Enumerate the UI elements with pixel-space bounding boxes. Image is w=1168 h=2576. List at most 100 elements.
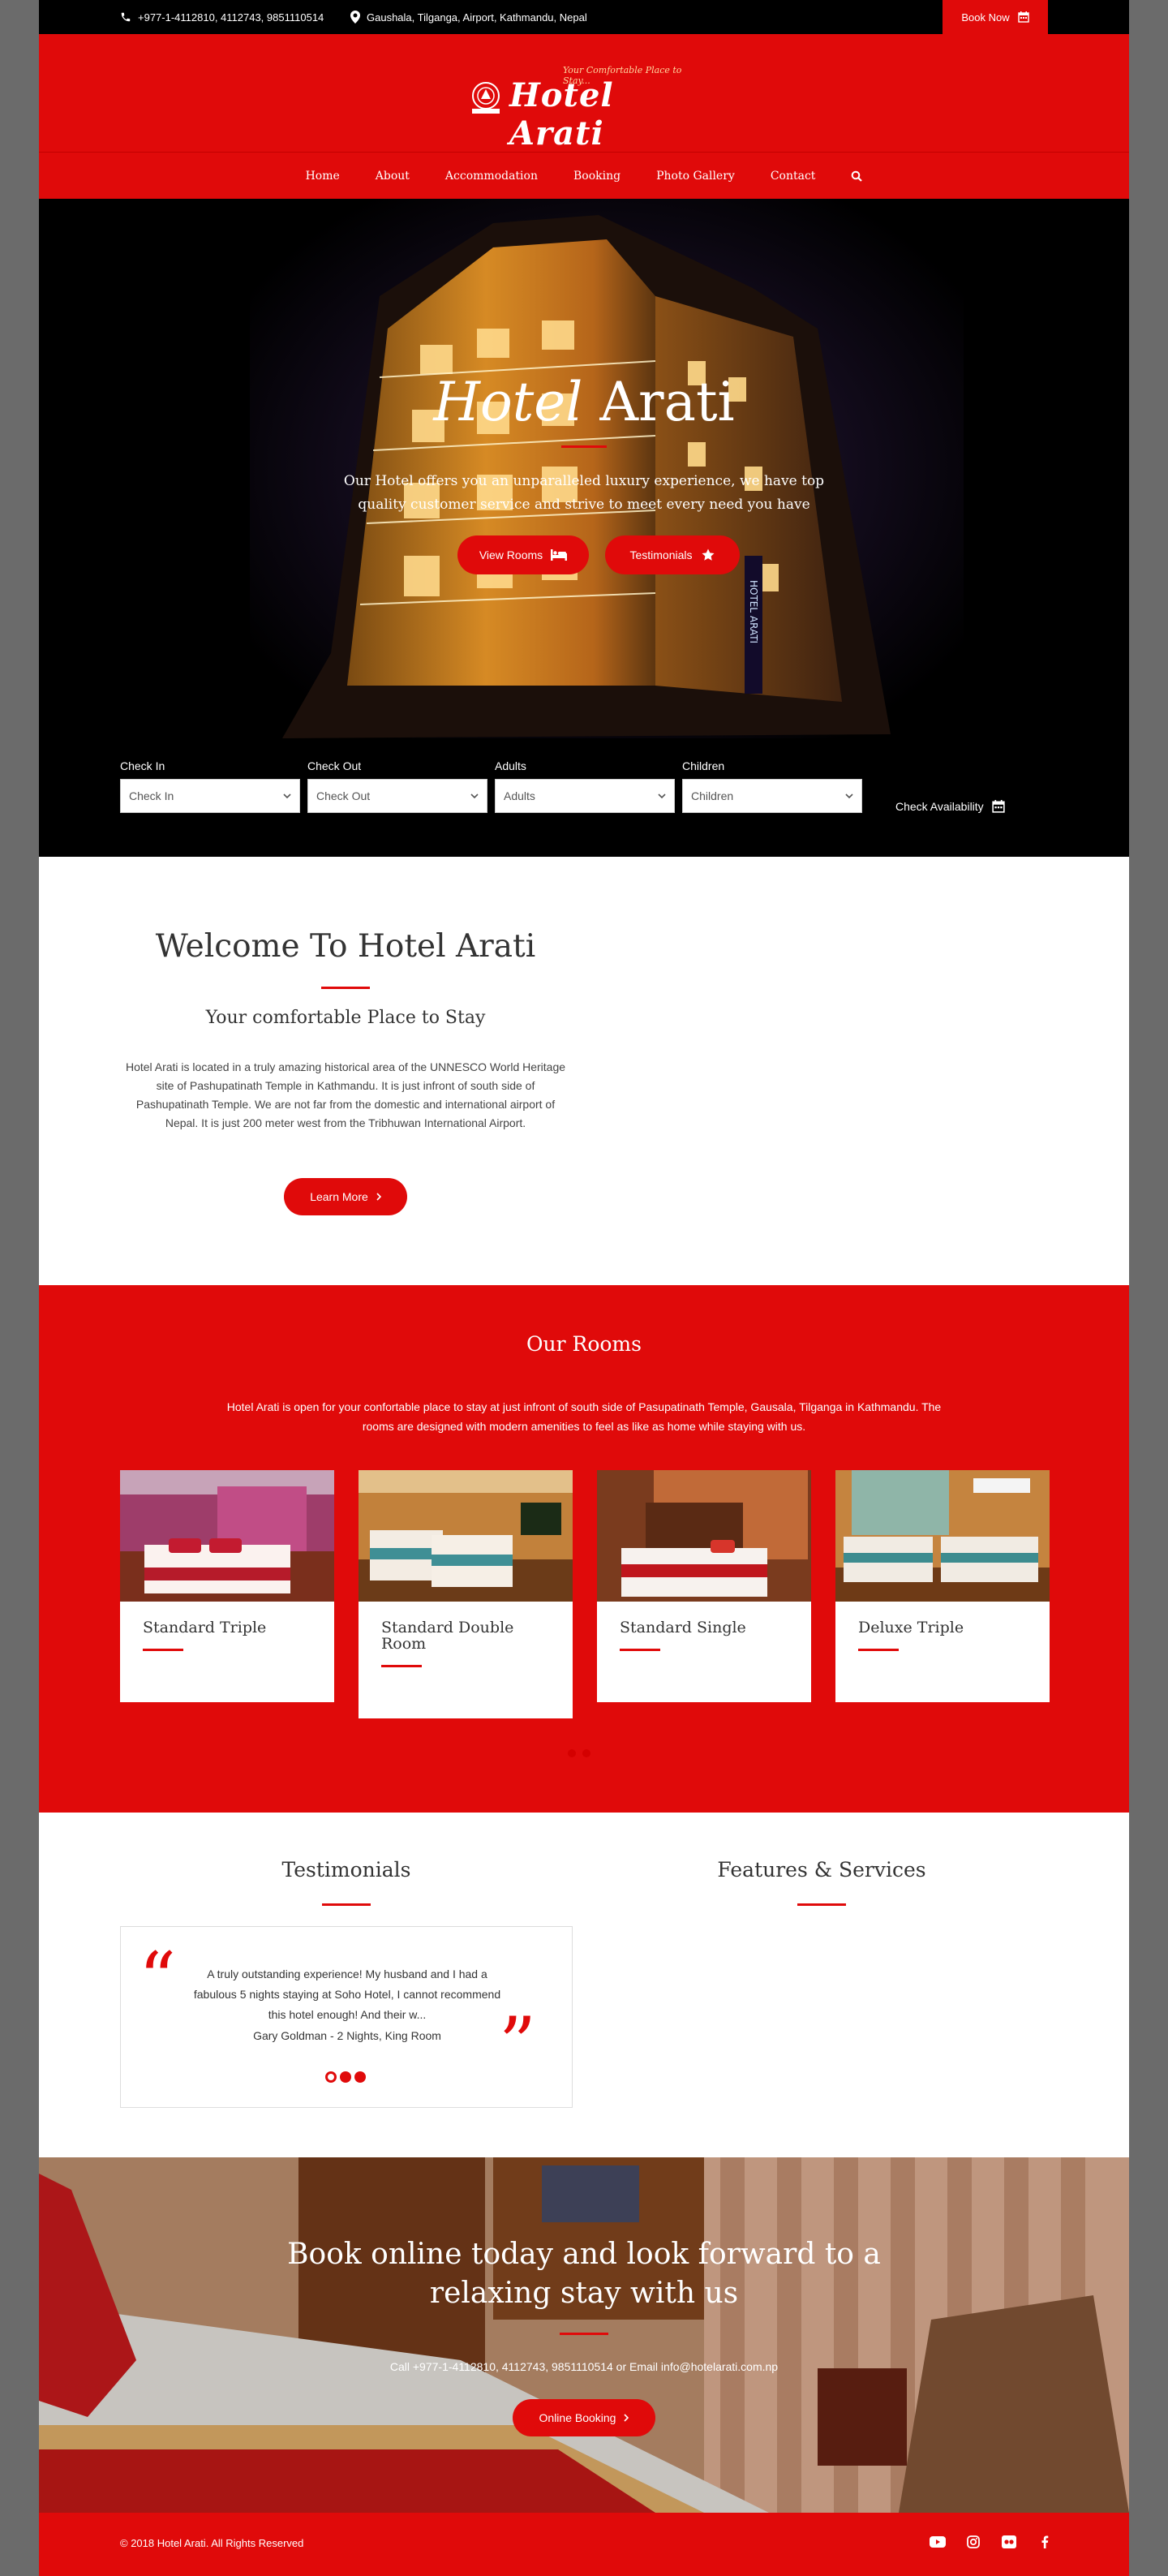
check-availability-button[interactable]: Check Availability [895,800,1005,813]
svg-text:HOTEL ARATI: HOTEL ARATI [748,580,759,643]
welcome-section: Welcome To Hotel Arati Your comfortable … [39,857,1129,1285]
testimonials-section: Testimonials Features & Services “ A tru… [39,1813,1129,2157]
testimonials-title: Testimonials [281,1858,411,1881]
room-photo [359,1470,573,1602]
nav-photo-gallery[interactable]: Photo Gallery [656,170,735,183]
room-divider [620,1649,660,1651]
adults-placeholder: Adults [504,789,535,802]
chevron-down-icon [283,793,291,798]
children-select[interactable]: Children [682,779,862,813]
testimonials-button[interactable]: Testimonials [605,535,740,574]
chevron-down-icon [845,793,853,798]
room-name: Deluxe Triple [858,1619,964,1636]
check-in-field: Check In Check In [120,759,300,813]
search-icon[interactable] [851,170,863,182]
rooms-title: Our Rooms [526,1332,642,1356]
welcome-subtitle: Your comfortable Place to Stay [205,1008,486,1028]
room-name: Standard Double Room [381,1619,514,1653]
children-field: Children Children [682,759,862,813]
adults-select[interactable]: Adults [495,779,675,813]
top-address: Gaushala, Tilganga, Airport, Kathmandu, … [350,0,587,34]
check-in-select[interactable]: Check In [120,779,300,813]
carousel-dot[interactable] [325,2071,337,2083]
carousel-dot[interactable] [568,1749,576,1757]
check-availability-label: Check Availability [895,800,984,813]
room-card[interactable]: Standard Triple [120,1470,334,1702]
chevron-down-icon [470,793,479,798]
welcome-text: Hotel Arati is located in a truly amazin… [125,1060,566,1129]
rooms-section: Our Rooms Hotel Arati is open for your c… [39,1285,1129,1813]
phone-text: +977-1-4112810, 4112743, 9851110514 [138,11,324,24]
top-phone: +977-1-4112810, 4112743, 9851110514 [120,0,324,34]
testimonial-quote: A truly outstanding experience! My husba… [193,1967,501,2021]
nav-accommodation[interactable]: Accommodation [445,170,538,183]
room-card[interactable]: Standard Single [597,1470,811,1702]
testimonial-author: Gary Goldman - 2 Nights, King Room [253,2029,441,2042]
hero-title-italic: Hotel [433,371,583,433]
room-photo [597,1470,811,1602]
view-rooms-label: View Rooms [479,548,543,561]
nav-booking[interactable]: Booking [573,170,620,183]
flickr-icon[interactable] [1001,2534,1017,2550]
nav-home[interactable]: Home [306,170,340,183]
instagram-icon[interactable] [965,2534,981,2550]
footer: © 2018 Hotel Arati. All Rights Reserved [39,2513,1129,2576]
cta-contact-info: Call +977-1-4112810, 4112743, 9851110514… [389,2360,779,2373]
children-placeholder: Children [691,789,734,802]
main-nav: Home About Accommodation Booking Photo G… [39,152,1129,199]
nav-contact[interactable]: Contact [771,170,816,183]
address-text: Gaushala, Tilganga, Airport, Kathmandu, … [367,11,587,24]
booking-cta-section: Book online today and look forward to a … [39,2157,1129,2513]
room-card[interactable]: Standard Double Room [359,1470,573,1718]
social-links [930,2534,1053,2550]
header: Your Comfortable Place to Stay... Hotel … [39,34,1129,153]
book-now-button[interactable]: Book Now [943,0,1048,34]
adults-label: Adults [495,759,526,772]
hero-banner: HOTEL ARATI Hotel Arati Our Hotel offers… [39,199,1129,738]
learn-more-label: Learn More [310,1190,368,1203]
carousel-dot[interactable] [340,2071,351,2083]
youtube-icon[interactable] [930,2534,946,2550]
logo-name: Hotel Arati [509,76,614,153]
carousel-dot[interactable] [354,2071,366,2083]
testimonials-label: Testimonials [629,548,693,561]
cta-title: Book online today and look forward to a … [287,2238,881,2310]
online-booking-button[interactable]: Online Booking [513,2399,655,2436]
room-photo [835,1470,1050,1602]
room-background-image [39,2157,1129,2513]
rooms-text: Hotel Arati is open for your confortable… [226,1400,942,1433]
facebook-icon[interactable] [1037,2534,1053,2550]
check-out-select[interactable]: Check Out [307,779,487,813]
hero-title-rest: Arati [582,371,735,433]
hero-divider [561,445,607,448]
hero-hotel-image: HOTEL ARATI [39,199,1129,738]
chevron-down-icon [658,793,666,798]
hero-title: Hotel Arati [39,371,1129,433]
room-divider [858,1649,899,1651]
room-divider [381,1665,422,1667]
adults-field: Adults Adults [495,759,675,813]
check-out-placeholder: Check Out [316,789,371,802]
carousel-dot[interactable] [582,1749,590,1757]
testimonial-card: “ A truly outstanding experience! My hus… [120,1926,573,2108]
view-rooms-button[interactable]: View Rooms [457,535,589,574]
hero-subtitle: Our Hotel offers you an unparalleled lux… [343,473,825,513]
room-photo [120,1470,334,1602]
map-marker-icon [350,11,360,24]
welcome-title: Welcome To Hotel Arati [155,928,536,965]
room-card[interactable]: Deluxe Triple [835,1470,1050,1702]
rooms-carousel-dots [568,1749,590,1757]
nav-about[interactable]: About [376,170,410,183]
room-divider [143,1649,183,1651]
hotel-logo[interactable]: Your Comfortable Place to Stay... Hotel … [467,65,702,153]
book-now-label: Book Now [961,11,1010,24]
check-out-label: Check Out [307,759,362,772]
learn-more-button[interactable]: Learn More [284,1178,407,1215]
calendar-icon [992,800,1005,813]
children-label: Children [682,759,725,772]
check-in-label: Check In [120,759,165,772]
page: +977-1-4112810, 4112743, 9851110514 Gaus… [39,0,1129,2576]
check-in-placeholder: Check In [129,789,174,802]
testimonial-carousel-dots [325,2071,366,2083]
hotel-emblem-icon [472,82,500,114]
